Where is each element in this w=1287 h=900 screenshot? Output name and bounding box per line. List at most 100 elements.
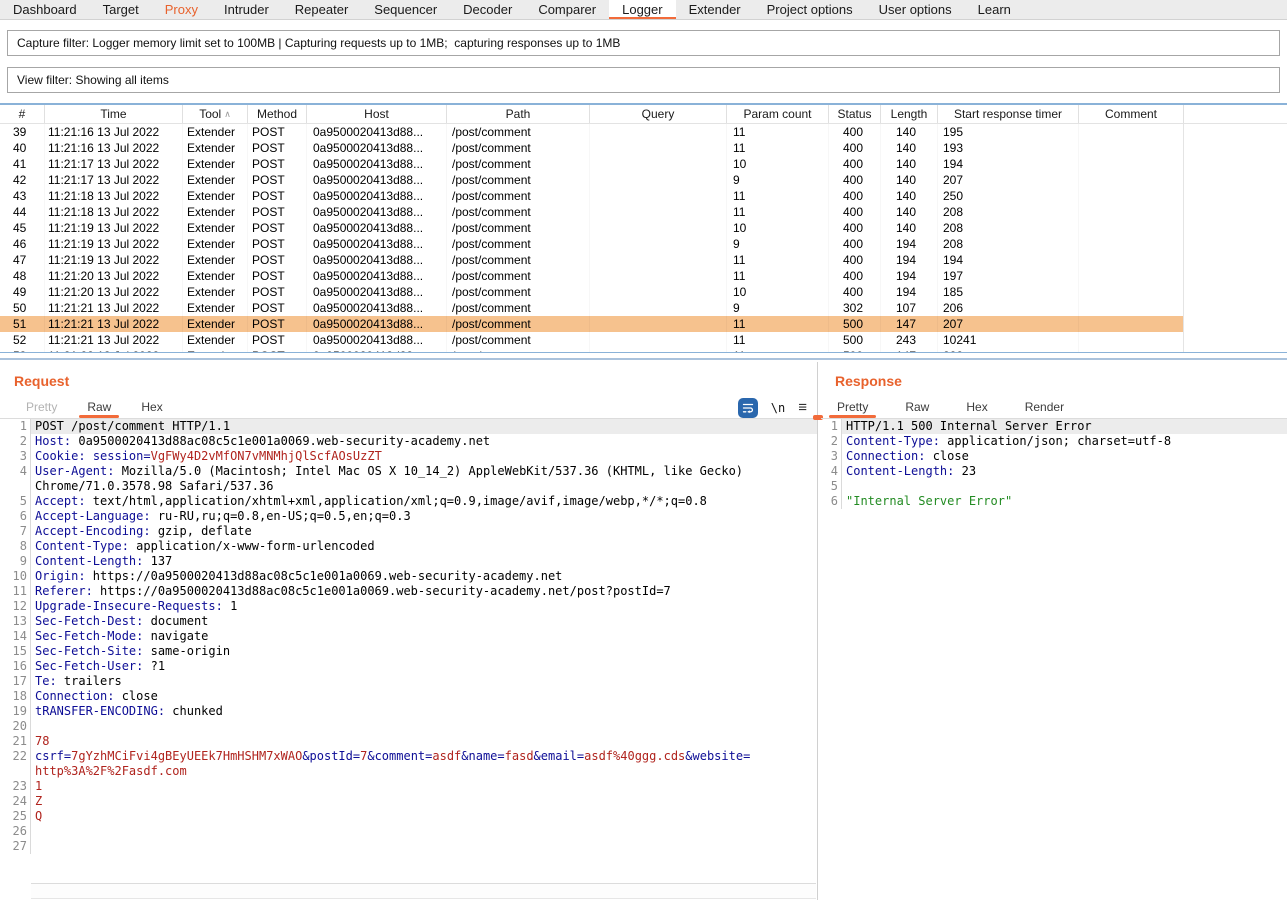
menu-item-repeater[interactable]: Repeater bbox=[282, 0, 361, 19]
cell-start-response-timer: 207 bbox=[938, 316, 1079, 332]
menu-item-target[interactable]: Target bbox=[90, 0, 152, 19]
capture-filter-bar[interactable]: Capture filter: Logger memory limit set … bbox=[7, 30, 1280, 56]
request-tab-hex[interactable]: Hex bbox=[139, 396, 164, 418]
menu-item-extender[interactable]: Extender bbox=[676, 0, 754, 19]
cell-host: 0a9500020413d88... bbox=[307, 156, 447, 172]
editor-menu-icon[interactable]: ≡ bbox=[798, 400, 807, 415]
line-number: 6 bbox=[821, 494, 838, 509]
log-row-44[interactable]: 4411:21:18 13 Jul 2022ExtenderPOST0a9500… bbox=[0, 204, 1184, 220]
line-text: Content-Type: application/x-www-form-url… bbox=[30, 539, 817, 554]
line-text: Q bbox=[30, 809, 817, 824]
cell-time: 11:21:18 13 Jul 2022 bbox=[45, 204, 183, 220]
response-tab-raw[interactable]: Raw bbox=[903, 396, 931, 418]
line-number: 4 bbox=[0, 464, 27, 479]
cell-status: 400 bbox=[829, 172, 881, 188]
menu-item-logger[interactable]: Logger bbox=[609, 0, 675, 19]
log-row-48[interactable]: 4811:21:20 13 Jul 2022ExtenderPOST0a9500… bbox=[0, 268, 1184, 284]
menu-item-proxy[interactable]: Proxy bbox=[152, 0, 211, 19]
cell-path: /post/comment bbox=[447, 140, 590, 156]
menu-item-sequencer[interactable]: Sequencer bbox=[361, 0, 450, 19]
line-text: Accept-Language: ru-RU,ru;q=0.8,en-US;q=… bbox=[30, 509, 817, 524]
cell-length: 147 bbox=[881, 316, 938, 332]
soft-wrap-toggle-icon[interactable] bbox=[738, 398, 758, 418]
log-row-41[interactable]: 4111:21:17 13 Jul 2022ExtenderPOST0a9500… bbox=[0, 156, 1184, 172]
cell-status: 302 bbox=[829, 300, 881, 316]
cell-time: 11:21:17 13 Jul 2022 bbox=[45, 172, 183, 188]
line-text bbox=[841, 479, 1287, 494]
line-number bbox=[0, 764, 27, 779]
cell-host: 0a9500020413d88... bbox=[307, 332, 447, 348]
editor-line: 18Connection: close bbox=[0, 689, 817, 704]
cell-query bbox=[590, 332, 727, 348]
log-row-51[interactable]: 5111:21:21 13 Jul 2022ExtenderPOST0a9500… bbox=[0, 316, 1184, 332]
line-text: Cookie: session=VgFWy4D2vMfON7vMNMhjQlSc… bbox=[30, 449, 817, 464]
response-tab-pretty[interactable]: Pretty bbox=[835, 396, 870, 418]
menu-item-intruder[interactable]: Intruder bbox=[211, 0, 282, 19]
log-row-42[interactable]: 4211:21:17 13 Jul 2022ExtenderPOST0a9500… bbox=[0, 172, 1184, 188]
cell-start-response-timer: 208 bbox=[938, 236, 1079, 252]
line-number bbox=[0, 479, 27, 494]
log-row-39[interactable]: 3911:21:16 13 Jul 2022ExtenderPOST0a9500… bbox=[0, 124, 1184, 140]
line-number: 15 bbox=[0, 644, 27, 659]
horizontal-splitter[interactable] bbox=[0, 358, 1287, 360]
line-text: Sec-Fetch-Dest: document bbox=[30, 614, 817, 629]
column-header-blank[interactable]: # bbox=[0, 105, 45, 123]
response-tab-render[interactable]: Render bbox=[1023, 396, 1066, 418]
log-row-49[interactable]: 4911:21:20 13 Jul 2022ExtenderPOST0a9500… bbox=[0, 284, 1184, 300]
request-hscrollbar[interactable] bbox=[31, 883, 816, 899]
response-editor[interactable]: 1HTTP/1.1 500 Internal Server Error2Cont… bbox=[821, 419, 1287, 900]
cell-param-count: 11 bbox=[727, 332, 829, 348]
cell-comment bbox=[1079, 316, 1184, 332]
menu-item-project-options[interactable]: Project options bbox=[754, 0, 866, 19]
menu-item-decoder[interactable]: Decoder bbox=[450, 0, 525, 19]
editor-line: 8Content-Type: application/x-www-form-ur… bbox=[0, 539, 817, 554]
menu-item-user-options[interactable]: User options bbox=[866, 0, 965, 19]
menu-item-dashboard[interactable]: Dashboard bbox=[0, 0, 90, 19]
log-row-46[interactable]: 4611:21:19 13 Jul 2022ExtenderPOST0a9500… bbox=[0, 236, 1184, 252]
cell-time: 11:21:17 13 Jul 2022 bbox=[45, 156, 183, 172]
column-header-path[interactable]: Path bbox=[447, 105, 590, 123]
column-header-host[interactable]: Host bbox=[307, 105, 447, 123]
newline-chars-toggle[interactable]: \n bbox=[771, 401, 785, 415]
menu-item-learn[interactable]: Learn bbox=[965, 0, 1024, 19]
column-label: Length bbox=[891, 107, 928, 121]
cell-tool: Extender bbox=[183, 220, 248, 236]
line-text: tRANSFER-ENCODING: chunked bbox=[30, 704, 817, 719]
menu-item-comparer[interactable]: Comparer bbox=[525, 0, 609, 19]
view-filter-bar[interactable]: View filter: Showing all items bbox=[7, 67, 1280, 93]
cell-comment bbox=[1079, 124, 1184, 140]
column-header-tool[interactable]: Tool∧ bbox=[183, 105, 248, 123]
editor-line: 10Origin: https://0a9500020413d88ac08c5c… bbox=[0, 569, 817, 584]
log-row-47[interactable]: 4711:21:19 13 Jul 2022ExtenderPOST0a9500… bbox=[0, 252, 1184, 268]
column-header-method[interactable]: Method bbox=[248, 105, 307, 123]
response-tabs-row: Pretty Raw Hex Render bbox=[821, 396, 1287, 419]
log-row-40[interactable]: 4011:21:16 13 Jul 2022ExtenderPOST0a9500… bbox=[0, 140, 1184, 156]
log-row-43[interactable]: 4311:21:18 13 Jul 2022ExtenderPOST0a9500… bbox=[0, 188, 1184, 204]
cell-host: 0a9500020413d88... bbox=[307, 204, 447, 220]
cell-host: 0a9500020413d88... bbox=[307, 236, 447, 252]
cell-blank: 41 bbox=[0, 156, 45, 172]
request-tab-pretty[interactable]: Pretty bbox=[24, 396, 59, 418]
column-header-length[interactable]: Length bbox=[881, 105, 938, 123]
log-row-50[interactable]: 5011:21:21 13 Jul 2022ExtenderPOST0a9500… bbox=[0, 300, 1184, 316]
log-row-52[interactable]: 5211:21:21 13 Jul 2022ExtenderPOST0a9500… bbox=[0, 332, 1184, 348]
request-editor[interactable]: 1POST /post/comment HTTP/1.12Host: 0a950… bbox=[0, 419, 817, 882]
cell-host: 0a9500020413d88... bbox=[307, 252, 447, 268]
line-number: 13 bbox=[0, 614, 27, 629]
editor-line: http%3A%2F%2Fasdf.com bbox=[0, 764, 817, 779]
column-header-query[interactable]: Query bbox=[590, 105, 727, 123]
cell-start-response-timer: 185 bbox=[938, 284, 1079, 300]
cell-query bbox=[590, 268, 727, 284]
column-header-start-response-timer[interactable]: Start response timer bbox=[938, 105, 1079, 123]
request-tab-raw[interactable]: Raw bbox=[85, 396, 113, 418]
response-tab-hex[interactable]: Hex bbox=[964, 396, 989, 418]
cell-length: 194 bbox=[881, 268, 938, 284]
column-header-param-count[interactable]: Param count bbox=[727, 105, 829, 123]
cell-length: 194 bbox=[881, 284, 938, 300]
column-header-status[interactable]: Status bbox=[829, 105, 881, 123]
column-header-time[interactable]: Time bbox=[45, 105, 183, 123]
log-row-45[interactable]: 4511:21:19 13 Jul 2022ExtenderPOST0a9500… bbox=[0, 220, 1184, 236]
log-row-53[interactable]: 5311:21:22 13 Jul 2022ExtenderPOST0a9500… bbox=[0, 348, 1184, 353]
column-header-comment[interactable]: Comment bbox=[1079, 105, 1184, 123]
cell-comment bbox=[1079, 172, 1184, 188]
